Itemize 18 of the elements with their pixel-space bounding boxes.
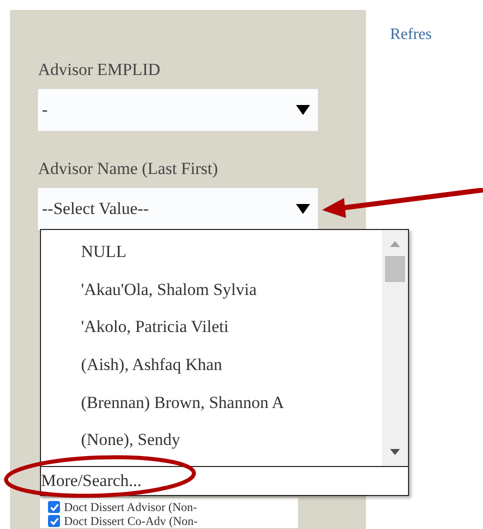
field-label: Advisor Name (Last First): [38, 159, 219, 179]
caret-icon: [296, 105, 310, 115]
refresh-link[interactable]: Refres: [390, 23, 432, 43]
dropdown-option[interactable]: (None), Sendy: [81, 428, 382, 466]
checkbox-label: Doct Dissert Advisor (Non-: [64, 500, 197, 514]
dropdown-option[interactable]: 'Akolo, Patricia Vileti: [81, 315, 382, 354]
dropdown-option[interactable]: 'Akau'Ola, Shalom Sylvia: [81, 278, 382, 316]
select-field[interactable]: -: [38, 89, 318, 131]
dropdown-option[interactable]: (Aish), Ashfaq Khan: [81, 353, 382, 391]
checkbox[interactable]: [48, 501, 60, 513]
select-field[interactable]: --Select Value--: [38, 188, 318, 230]
checkbox[interactable]: [48, 515, 60, 527]
caret-icon: [296, 204, 310, 214]
more-search-option[interactable]: More/Search...: [41, 467, 408, 495]
dropdown-option[interactable]: NULL: [81, 240, 382, 278]
field-label: Advisor EMPLID: [38, 60, 162, 80]
dropdown-option[interactable]: (Brennan) Brown, Shannon A: [81, 390, 382, 428]
checkbox-label: Doct Dissert Co-Adv (Non-: [64, 514, 198, 528]
